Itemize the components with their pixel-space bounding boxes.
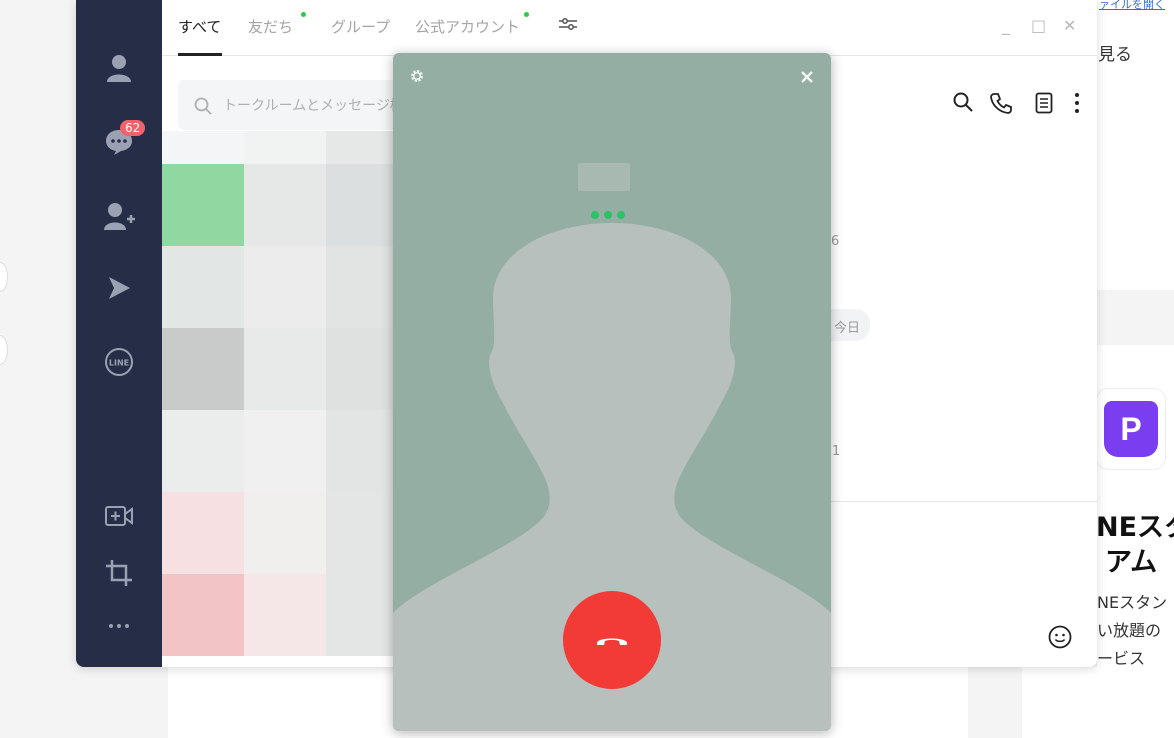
voice-call-window — [393, 53, 831, 731]
promo-description: ービス — [1097, 649, 1146, 668]
notes-icon[interactable] — [1035, 92, 1053, 118]
maximize-button[interactable]: □ — [1031, 16, 1046, 35]
tab-friends[interactable]: 友だち — [248, 16, 293, 37]
crop-icon[interactable] — [103, 557, 135, 589]
background-scroll-marker — [0, 262, 8, 292]
premium-app-icon[interactable]: P — [1096, 388, 1166, 470]
hang-up-phone-icon — [597, 638, 627, 645]
open-file-link[interactable]: ァイルを開く — [1099, 0, 1165, 12]
end-call-button[interactable] — [563, 591, 661, 689]
input-divider — [831, 501, 1097, 502]
chat-list-mosaic — [162, 131, 408, 667]
call-close-icon[interactable] — [800, 69, 814, 88]
search-input[interactable]: トークルームとメッセージ検 — [178, 80, 418, 130]
message-time: 1 — [832, 444, 841, 459]
video-call-icon[interactable] — [103, 500, 135, 532]
filter-icon[interactable] — [558, 17, 578, 35]
friends-new-dot — [301, 12, 306, 17]
background-panel-bottom-right — [1022, 667, 1174, 738]
phone-icon[interactable] — [990, 92, 1012, 118]
search-icon — [194, 97, 212, 115]
promo-title: NEスタ — [1096, 512, 1174, 543]
tab-bar: すべて 友だち グループ 公式アカウント _ □ ✕ — [162, 0, 1097, 56]
add-friend-icon[interactable] — [103, 200, 135, 232]
svg-text:LINE: LINE — [109, 359, 129, 368]
voom-icon[interactable] — [103, 272, 135, 304]
premium-logo: P — [1104, 401, 1158, 457]
chat-menu-icon[interactable] — [1074, 92, 1080, 118]
promo-title-line2: アム — [1105, 547, 1158, 578]
promo-description: NEスタン — [1097, 593, 1168, 612]
calling-indicator-dots — [591, 204, 630, 223]
tab-official-accounts[interactable]: 公式アカウント — [415, 16, 520, 37]
minimize-button[interactable]: _ — [1002, 16, 1010, 35]
unread-badge: 62 — [120, 120, 146, 136]
active-tab-underline — [178, 53, 222, 56]
search-placeholder: トークルームとメッセージ検 — [223, 98, 404, 114]
settings-gear-icon[interactable] — [410, 68, 424, 87]
close-button[interactable]: ✕ — [1063, 16, 1076, 35]
emoji-icon[interactable] — [1048, 625, 1072, 649]
sidebar: 62 LINE — [76, 0, 162, 667]
official-new-dot — [524, 12, 529, 17]
line-icon[interactable]: LINE — [103, 346, 135, 378]
tab-groups[interactable]: グループ — [331, 16, 390, 37]
tab-all[interactable]: すべて — [178, 16, 221, 37]
promo-description: い放題の — [1097, 621, 1162, 640]
see-more-link[interactable]: 見る — [1098, 40, 1132, 65]
more-icon[interactable] — [103, 610, 135, 642]
background-scroll-marker — [0, 335, 8, 365]
chat-search-icon[interactable] — [953, 92, 973, 116]
message-time: 6 — [831, 234, 840, 249]
person-icon[interactable] — [103, 52, 135, 84]
caller-name-blurred — [578, 163, 630, 191]
